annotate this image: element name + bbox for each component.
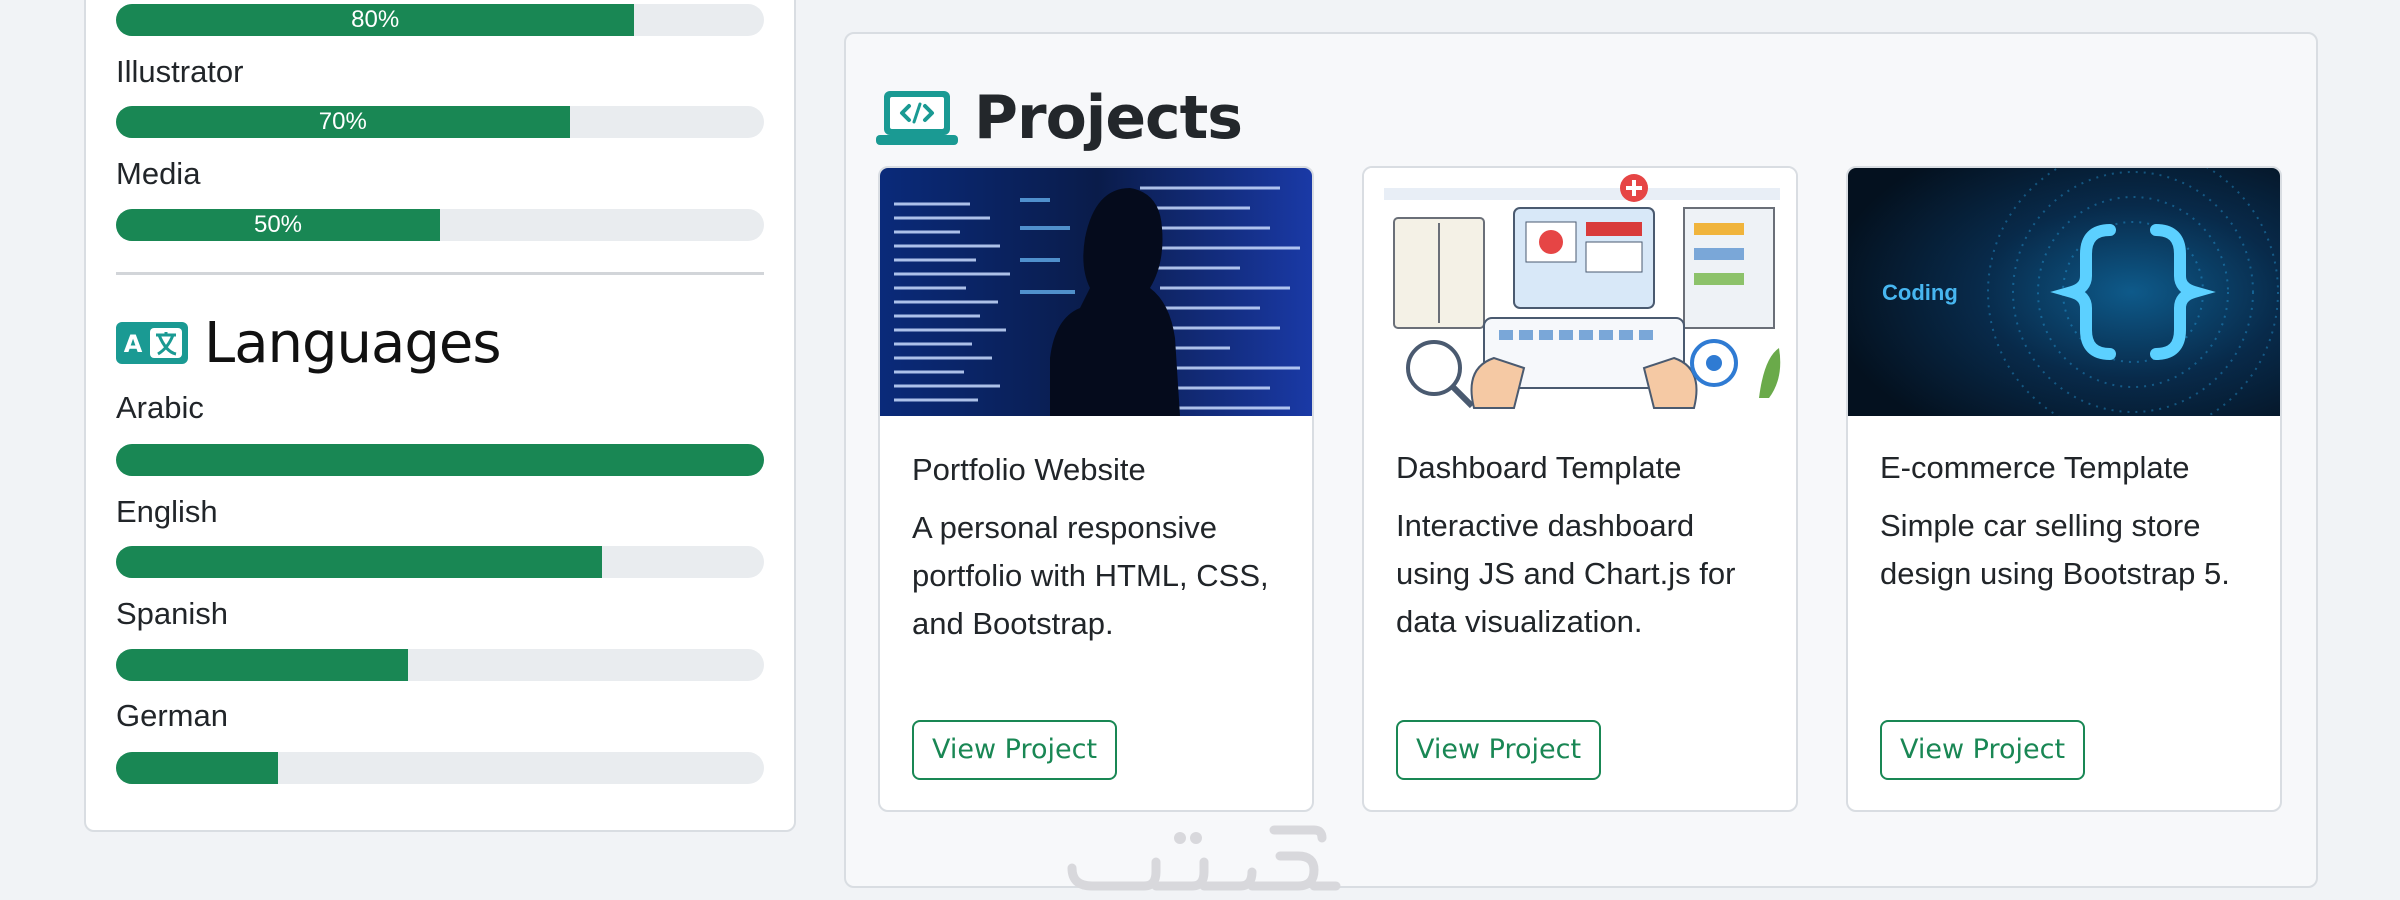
language-item: English <box>116 494 764 578</box>
language-progress-bar <box>116 444 764 476</box>
language-label: Arabic <box>116 390 204 425</box>
translate-icon: A <box>116 322 188 364</box>
language-progress-fill <box>116 546 602 578</box>
projects-title: Projects <box>974 83 1243 153</box>
laptop-code-icon <box>876 91 958 145</box>
project-card: Dashboard Template Interactive dashboard… <box>1362 166 1798 812</box>
language-progress-bar <box>116 546 764 578</box>
skill-progress-fill: 50% <box>116 209 440 241</box>
language-progress-bar <box>116 752 764 784</box>
language-item: Arabic <box>116 390 764 476</box>
project-description: Simple car selling store design using Bo… <box>1880 508 2230 591</box>
dashboard-illustration-image <box>1364 168 1796 416</box>
view-project-button[interactable]: View Project <box>1396 720 1602 780</box>
project-title: Dashboard Template <box>1396 450 1682 485</box>
language-label: German <box>116 698 228 733</box>
coding-braces-image: Coding <box>1848 168 2280 416</box>
khamsat-watermark-logo <box>1067 825 1341 891</box>
skill-progress-bar: 80% <box>116 4 764 36</box>
skill-progress-fill: 80% <box>116 4 635 36</box>
skill-label: Media <box>116 156 201 191</box>
language-label: English <box>116 494 218 529</box>
language-item: German <box>116 698 764 784</box>
project-title: Portfolio Website <box>912 452 1146 487</box>
project-card: Portfolio Website A personal responsive … <box>878 166 1314 812</box>
svg-text:A: A <box>124 330 143 358</box>
language-label: Spanish <box>116 596 229 631</box>
skill-progress-bar: 70% <box>116 106 764 138</box>
skill-label: Illustrator <box>116 54 244 89</box>
project-description: Interactive dashboard using JS and Chart… <box>1396 508 1736 639</box>
view-project-button[interactable]: View Project <box>912 720 1118 780</box>
coding-caption: Coding <box>1882 280 1958 305</box>
language-progress-fill <box>116 444 764 476</box>
skill-item: Media 50% <box>116 156 764 241</box>
view-project-button[interactable]: View Project <box>1880 720 2086 780</box>
section-divider <box>116 272 764 275</box>
languages-title: Languages <box>204 310 502 376</box>
language-item: Spanish <box>116 596 764 681</box>
projects-heading: Projects <box>876 80 1243 156</box>
project-card: Coding E-commerce Template Simple car se… <box>1846 166 2282 812</box>
language-progress-fill <box>116 752 278 784</box>
project-title: E-commerce Template <box>1880 450 2190 485</box>
project-description: A personal responsive portfolio with HTM… <box>912 510 1269 641</box>
languages-heading: A Languages <box>116 305 502 381</box>
skill-progress-fill: 70% <box>116 106 570 138</box>
skill-progress-bar: 50% <box>116 209 764 241</box>
language-progress-fill <box>116 649 408 681</box>
skill-item: Illustrator 70% <box>116 54 764 138</box>
language-progress-bar <box>116 649 764 681</box>
person-silhouette-code-screen-image <box>880 168 1312 416</box>
